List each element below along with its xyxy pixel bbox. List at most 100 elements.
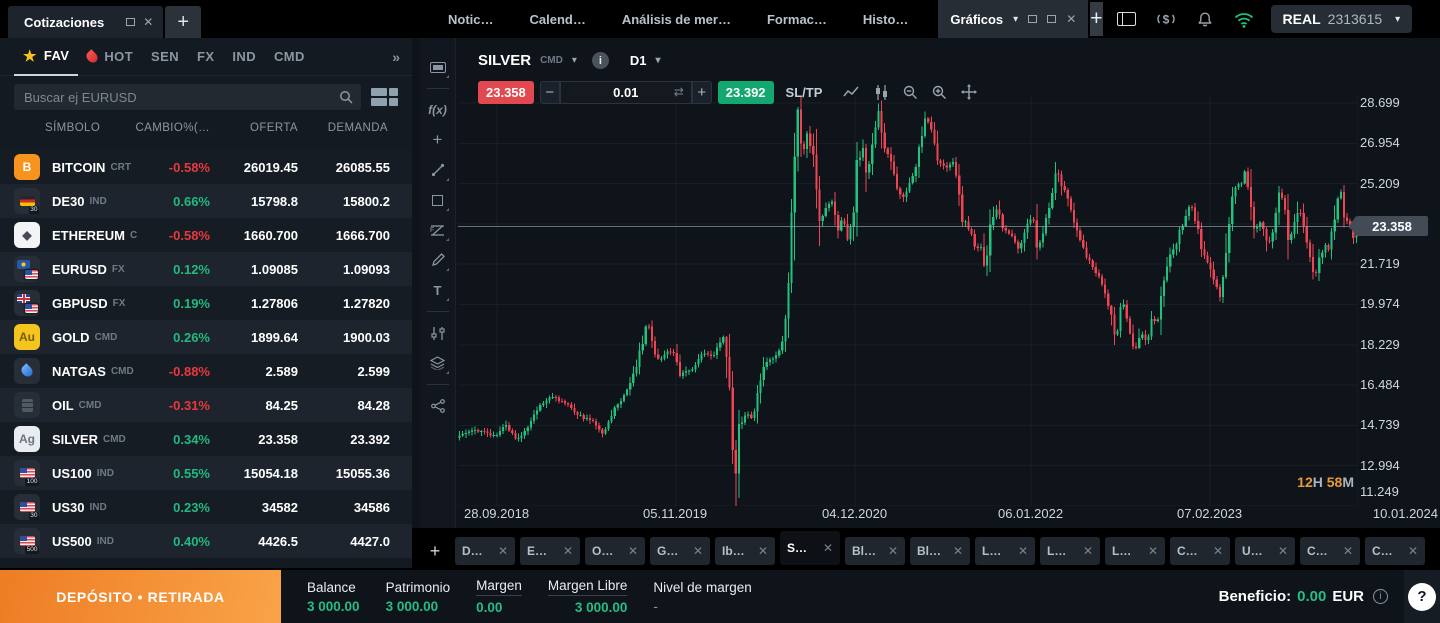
tab-historial[interactable]: Histo… (863, 12, 909, 27)
close-icon[interactable]: ✕ (628, 544, 638, 558)
tab-formacion[interactable]: Formac… (767, 12, 827, 27)
sidebar-tab-ind[interactable]: IND (223, 38, 265, 76)
tab-calendario[interactable]: Calend… (530, 12, 586, 27)
close-icon[interactable]: ✕ (888, 544, 898, 558)
chart-tab-10[interactable]: L…✕ (1105, 537, 1165, 565)
chart-tab-8[interactable]: L…✕ (975, 537, 1035, 565)
watchlist-row-gold[interactable]: AuGOLDCMD0.26%1899.641900.03 (0, 320, 412, 354)
watchlist-row-de30[interactable]: 30DE30IND0.66%15798.815800.2 (0, 184, 412, 218)
ask-price[interactable]: 4427.0 (298, 534, 390, 549)
price-axis[interactable]: 28.69926.95425.20921.71919.97418.22916.4… (1346, 38, 1440, 530)
ask-price[interactable]: 84.28 (298, 398, 390, 413)
watchlist-row-eurusd[interactable]: EURUSDFX0.12%1.090851.09093 (0, 252, 412, 286)
sidebar-tab-hot[interactable]: HOT (78, 38, 142, 76)
chart-type-icon[interactable] (420, 52, 455, 82)
account-selector[interactable]: REAL 2313615 ▾ (1271, 5, 1413, 33)
fibonacci-tool-icon[interactable]: F (420, 215, 455, 245)
zoom-in-icon[interactable] (932, 85, 947, 100)
watchlist-row-silver[interactable]: AgSILVERCMD0.34%23.35823.392 (0, 422, 412, 456)
ask-price[interactable]: 23.392 (298, 432, 390, 447)
bid-price[interactable]: 23.358 (210, 432, 298, 447)
ask-price[interactable]: 1.27820 (298, 296, 390, 311)
wifi-connection-icon[interactable] (1233, 11, 1255, 28)
ask-price[interactable]: 26085.55 (298, 160, 390, 175)
sltp-button[interactable]: SL/TP (786, 85, 823, 100)
bid-price[interactable]: 1.27806 (210, 296, 298, 311)
chart-tab-7[interactable]: Bl…✕ (910, 537, 970, 565)
deposit-withdraw-button[interactable]: DEPÓSITO • RETIRADA (0, 570, 281, 623)
close-icon[interactable]: ✕ (1066, 12, 1076, 26)
watchlist-row-oil[interactable]: OILCMD-0.31%84.2584.28 (0, 388, 412, 422)
tab-graficos-active[interactable]: Gráficos ▾ ✕ (938, 0, 1088, 38)
ask-price[interactable]: 34586 (298, 500, 390, 515)
maximize-icon[interactable] (1047, 15, 1056, 23)
info-icon[interactable]: i (1373, 589, 1388, 604)
ask-price[interactable]: 1900.03 (298, 330, 390, 345)
bid-price[interactable]: 26019.45 (210, 160, 298, 175)
bid-price[interactable]: 4426.5 (210, 534, 298, 549)
view-mode-toggle[interactable] (371, 88, 398, 107)
close-icon[interactable]: ✕ (143, 15, 153, 29)
bid-price[interactable]: 84.25 (210, 398, 298, 413)
chart-symbol[interactable]: SILVER (478, 52, 531, 69)
candlestick-mode-icon[interactable] (874, 85, 889, 100)
chevron-down-icon[interactable]: ▾ (1013, 14, 1018, 25)
chart-tab-3[interactable]: G…✕ (650, 537, 710, 565)
watchlist-row-us30[interactable]: 30US30IND0.23%3458234586 (0, 490, 412, 524)
chart-tab-13[interactable]: C…✕ (1300, 537, 1360, 565)
layers-icon[interactable] (420, 348, 455, 378)
instrument-info-icon[interactable]: i (592, 52, 609, 69)
price-alert-sound-icon[interactable]: $ (1155, 10, 1177, 28)
sidebar-tab-cmd[interactable]: CMD (265, 38, 314, 76)
popout-icon[interactable] (1028, 15, 1037, 23)
chart-tab-12[interactable]: U…✕ (1235, 537, 1295, 565)
close-icon[interactable]: ✕ (758, 544, 768, 558)
watchlist-row-us500[interactable]: 500US500IND0.40%4426.54427.0 (0, 524, 412, 558)
zoom-out-icon[interactable] (903, 85, 918, 100)
close-icon[interactable]: ✕ (1213, 544, 1223, 558)
watchlist-row-us100[interactable]: 100US100IND0.55%15054.1815055.36 (0, 456, 412, 490)
close-icon[interactable]: ✕ (953, 544, 963, 558)
bid-price[interactable]: 2.589 (210, 364, 298, 379)
ask-price[interactable]: 1.09093 (298, 262, 390, 277)
bid-price[interactable]: 1660.700 (210, 228, 298, 243)
buy-button[interactable]: 23.392 (718, 81, 774, 104)
help-button[interactable]: ? (1408, 583, 1436, 611)
volume-decrease-button[interactable]: − (540, 81, 560, 104)
chart-tab-6[interactable]: Bl…✕ (845, 537, 905, 565)
bid-price[interactable]: 15798.8 (210, 194, 298, 209)
pencil-tool-icon[interactable] (420, 245, 455, 275)
volume-input[interactable]: 0.01 ⇄ (560, 81, 692, 104)
chart-tab-14[interactable]: C…✕ (1365, 537, 1425, 565)
share-icon[interactable] (420, 391, 455, 421)
bid-price[interactable]: 34582 (210, 500, 298, 515)
bid-price[interactable]: 15054.18 (210, 466, 298, 481)
close-icon[interactable]: ✕ (1343, 544, 1353, 558)
chart-tab-0[interactable]: D…✕ (455, 537, 515, 565)
timeframe-selector[interactable]: D1 ▾ (630, 53, 661, 68)
candlestick-chart[interactable] (458, 96, 1358, 506)
chart-tab-11[interactable]: C…✕ (1170, 537, 1230, 565)
search-input[interactable]: Buscar ej EURUSD (14, 84, 361, 110)
chart-tab-9[interactable]: L…✕ (1040, 537, 1100, 565)
chart-tab-2[interactable]: O…✕ (585, 537, 645, 565)
more-tabs-icon[interactable]: » (392, 49, 400, 65)
tab-noticias[interactable]: Notic… (448, 12, 494, 27)
add-chart-tab-button[interactable]: + (420, 537, 450, 565)
sidebar-tab-fav[interactable]: ★FAV (14, 38, 78, 76)
sell-button[interactable]: 23.358 (478, 81, 534, 104)
sidebar-tab-sen[interactable]: SEN (142, 38, 188, 76)
bid-price[interactable]: 1.09085 (210, 262, 298, 277)
line-chart-mode-icon[interactable] (843, 86, 860, 98)
column-bid[interactable]: OFERTA (250, 122, 298, 134)
text-tool-icon[interactable]: T (420, 275, 455, 305)
close-icon[interactable]: ✕ (1408, 544, 1418, 558)
indicators-icon[interactable]: f(x) (420, 95, 455, 125)
watchlist-row-natgas[interactable]: NATGASCMD-0.88%2.5892.599 (0, 354, 412, 388)
trendline-tool-icon[interactable] (420, 155, 455, 185)
close-icon[interactable]: ✕ (1083, 544, 1093, 558)
settings-sliders-icon[interactable] (420, 318, 455, 348)
watchlist-row-ethereum[interactable]: ◆ETHEREUMC-0.58%1660.7001666.700 (0, 218, 412, 252)
add-window-button[interactable]: + (1090, 2, 1102, 36)
close-icon[interactable]: ✕ (498, 544, 508, 558)
